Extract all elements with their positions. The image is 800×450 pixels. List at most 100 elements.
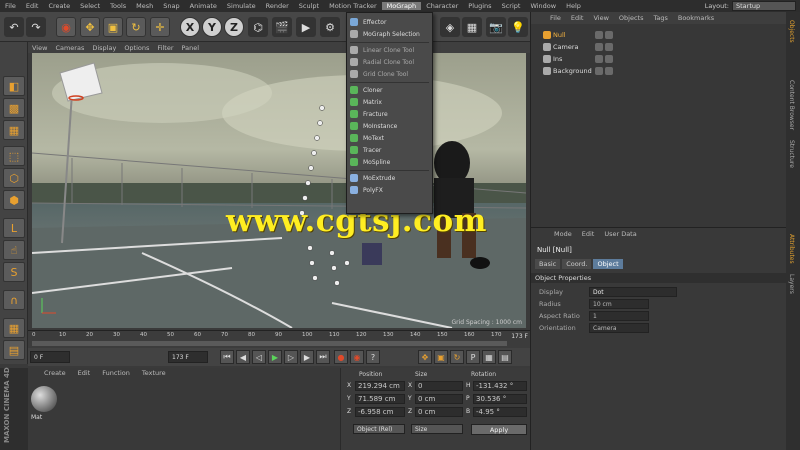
- menu-window[interactable]: Window: [525, 2, 561, 10]
- coordinate-system-icon[interactable]: ⌬: [248, 17, 268, 37]
- menu-item-radial-clone-tool[interactable]: Radial Clone Tool: [347, 57, 432, 68]
- menu-item-fracture[interactable]: Fracture: [347, 109, 432, 120]
- attribute-menu-mode[interactable]: Mode: [549, 230, 577, 238]
- enable-toggle-icon[interactable]: [605, 67, 613, 75]
- material-menu-texture[interactable]: Texture: [136, 369, 172, 377]
- menu-item-effector[interactable]: Effector: [347, 17, 432, 28]
- enable-toggle-icon[interactable]: [605, 43, 613, 51]
- menu-item-matrix[interactable]: Matrix: [347, 97, 432, 108]
- magnet-icon[interactable]: ∩: [3, 290, 25, 310]
- key-param-icon[interactable]: P: [466, 350, 480, 364]
- undo-icon[interactable]: ↶: [4, 17, 24, 37]
- light-icon[interactable]: 💡: [508, 17, 528, 37]
- visibility-toggle-icon[interactable]: [595, 55, 603, 63]
- viewport[interactable]: Grid Spacing : 1000 cm: [32, 53, 526, 328]
- menu-mesh[interactable]: Mesh: [131, 2, 158, 10]
- menu-character[interactable]: Character: [421, 2, 463, 10]
- menu-simulate[interactable]: Simulate: [222, 2, 261, 10]
- menu-edit[interactable]: Edit: [21, 2, 44, 10]
- rotation-h-field[interactable]: -131.432 °: [473, 381, 527, 391]
- menu-item-mograph-selection[interactable]: MoGraph Selection: [347, 29, 432, 40]
- side-tab-objects[interactable]: Objects: [788, 20, 795, 43]
- autokey-icon[interactable]: ◉: [350, 350, 364, 364]
- object-row[interactable]: Background: [531, 66, 787, 77]
- grid-icon[interactable]: ▦: [3, 318, 25, 338]
- material-preview-icon[interactable]: [31, 386, 57, 412]
- prev-frame-icon[interactable]: ◁: [252, 350, 266, 364]
- object-row[interactable]: Ins: [531, 54, 787, 65]
- size-mode-dropdown[interactable]: Size: [411, 424, 463, 434]
- viewport-menu-options[interactable]: Options: [120, 44, 153, 52]
- visibility-toggle-icon[interactable]: [595, 31, 603, 39]
- z-axis-icon[interactable]: Z: [224, 17, 244, 37]
- side-tab-layers[interactable]: Layers: [788, 274, 795, 294]
- menu-item-polyfx[interactable]: PolyFX: [347, 185, 432, 196]
- menu-animate[interactable]: Animate: [185, 2, 222, 10]
- key-scale-icon[interactable]: ▣: [434, 350, 448, 364]
- next-key-icon[interactable]: ▶: [300, 350, 314, 364]
- property-aspect-ratio-field[interactable]: 1: [589, 311, 649, 321]
- tab-basic[interactable]: Basic: [535, 259, 561, 269]
- rotation-b-field[interactable]: -4.95 °: [473, 407, 527, 417]
- layer-icon[interactable]: ▤: [3, 340, 25, 360]
- object-row[interactable]: Camera: [531, 42, 787, 53]
- layout-dropdown[interactable]: Startup: [732, 1, 796, 11]
- tweak-mode-icon[interactable]: ☝: [3, 240, 25, 260]
- prev-key-icon[interactable]: ◀: [236, 350, 250, 364]
- key-rotation-icon[interactable]: ↻: [450, 350, 464, 364]
- visibility-toggle-icon[interactable]: [595, 67, 603, 75]
- size-x-field[interactable]: 0: [415, 381, 463, 391]
- scale-tool-icon[interactable]: ▣: [103, 17, 123, 37]
- side-tab-structure[interactable]: Structure: [788, 140, 795, 168]
- property-radius-field[interactable]: 10 cm: [589, 299, 649, 309]
- camera-icon[interactable]: 📷: [486, 17, 506, 37]
- position-x-field[interactable]: 219.294 cm: [355, 381, 405, 391]
- menu-item-cloner[interactable]: Cloner: [347, 85, 432, 96]
- object-menu-edit[interactable]: Edit: [566, 14, 589, 22]
- render-picture-icon[interactable]: ▶: [296, 17, 316, 37]
- menu-plugins[interactable]: Plugins: [463, 2, 496, 10]
- y-axis-icon[interactable]: Y: [202, 17, 222, 37]
- move-tool-icon[interactable]: ✥: [80, 17, 100, 37]
- menu-motion-tracker[interactable]: Motion Tracker: [324, 2, 382, 10]
- menu-script[interactable]: Script: [497, 2, 526, 10]
- snap-icon[interactable]: S: [3, 262, 25, 282]
- position-y-field[interactable]: 71.589 cm: [355, 394, 405, 404]
- attribute-menu-user-data[interactable]: User Data: [599, 230, 641, 238]
- menu-snap[interactable]: Snap: [158, 2, 184, 10]
- menu-item-moinstance[interactable]: MoInstance: [347, 121, 432, 132]
- redo-icon[interactable]: ↷: [26, 17, 46, 37]
- material-menu-function[interactable]: Function: [96, 369, 136, 377]
- timeline-window-icon[interactable]: ▤: [498, 350, 512, 364]
- menu-select[interactable]: Select: [75, 2, 105, 10]
- timeline-track[interactable]: [32, 341, 507, 346]
- attribute-menu-edit[interactable]: Edit: [577, 230, 600, 238]
- menu-item-motext[interactable]: MoText: [347, 133, 432, 144]
- menu-sculpt[interactable]: Sculpt: [294, 2, 324, 10]
- tab-coord[interactable]: Coord.: [562, 259, 592, 269]
- viewport-menu-filter[interactable]: Filter: [153, 44, 177, 52]
- menu-item-moextrude[interactable]: MoExtrude: [347, 173, 432, 184]
- position-z-field[interactable]: -6.958 cm: [355, 407, 405, 417]
- enable-toggle-icon[interactable]: [605, 31, 613, 39]
- key-pla-icon[interactable]: ▦: [482, 350, 496, 364]
- rotate-tool-icon[interactable]: ↻: [126, 17, 146, 37]
- record-icon[interactable]: ●: [334, 350, 348, 364]
- menu-render[interactable]: Render: [261, 2, 294, 10]
- start-frame-field[interactable]: 0 F: [30, 351, 70, 363]
- live-selection-icon[interactable]: ◉: [56, 17, 76, 37]
- object-menu-objects[interactable]: Objects: [614, 14, 649, 22]
- object-menu-bookmarks[interactable]: Bookmarks: [673, 14, 719, 22]
- side-tab-attributes[interactable]: Attributes: [788, 234, 795, 264]
- object-menu-file[interactable]: File: [545, 14, 566, 22]
- menu-mograph[interactable]: MoGraph: [381, 2, 422, 10]
- object-row[interactable]: Null: [531, 30, 787, 41]
- go-to-start-icon[interactable]: ⏮: [220, 350, 234, 364]
- workplane-icon[interactable]: ▦: [3, 120, 25, 140]
- object-menu-view[interactable]: View: [588, 14, 613, 22]
- keyframe-selection-icon[interactable]: ?: [366, 350, 380, 364]
- menu-item-mospline[interactable]: MoSpline: [347, 157, 432, 168]
- key-position-icon[interactable]: ✥: [418, 350, 432, 364]
- menu-item-tracer[interactable]: Tracer: [347, 145, 432, 156]
- axis-mode-icon[interactable]: L: [3, 218, 25, 238]
